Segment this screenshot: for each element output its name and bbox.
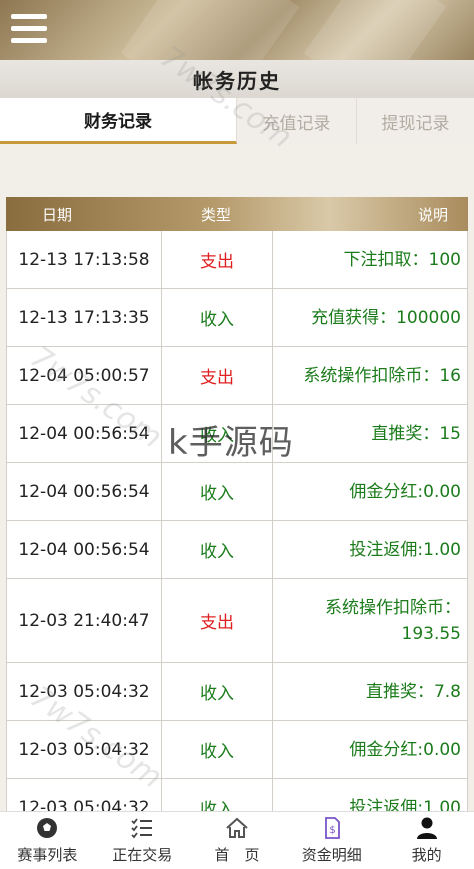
checklist-icon (131, 818, 153, 839)
tab-finance-records[interactable]: 财务记录 (0, 98, 237, 144)
nav-trading[interactable]: 正在交易 (95, 812, 190, 869)
soccer-ball-icon (37, 818, 58, 838)
row-date: 12-04 00:56:54 (7, 521, 162, 578)
row-type: 支出 (162, 579, 273, 662)
row-description: 充值获得：100000 (273, 289, 468, 346)
row-description: 直推奖：7.8 (273, 663, 468, 720)
row-date: 12-04 00:56:54 (7, 405, 162, 462)
table-header: 日期 类型 说明 (6, 197, 468, 231)
row-date: 12-03 05:04:32 (7, 721, 162, 778)
table-row: 12-13 17:13:35 收入 充值获得：100000 (6, 289, 468, 347)
table-row: 12-04 05:00:57 支出 系统操作扣除币：16 (6, 347, 468, 405)
tab-bar: 财务记录 充值记录 提现记录 (0, 98, 474, 144)
banner-decoration (303, 0, 447, 60)
table-row: 12-04 00:56:54 收入 直推奖：15 (6, 405, 468, 463)
svg-text:$: $ (329, 825, 335, 836)
nav-home[interactable]: 首 页 (190, 812, 285, 869)
finance-table: 日期 类型 说明 12-13 17:13:58 支出 下注扣取：100 12-13 1… (6, 197, 468, 837)
tab-withdraw-records[interactable]: 提现记录 (357, 98, 474, 144)
column-header-desc: 说明 (417, 205, 448, 224)
page-title: 帐务历史 (193, 68, 281, 93)
table-row: 12-03 21:40:47 支出 系统操作扣除币：193.55 (6, 579, 468, 663)
row-description: 系统操作扣除币：16 (273, 347, 468, 404)
nav-label: 首 页 (214, 846, 260, 864)
table-row: 12-03 05:04:32 收入 佣金分红:0.00 (6, 721, 468, 779)
nav-label: 我的 (411, 846, 442, 864)
nav-label: 赛事列表 (17, 846, 78, 864)
row-description: 佣金分红:0.00 (273, 463, 468, 520)
row-date: 12-13 17:13:58 (7, 231, 162, 288)
nav-funds-detail[interactable]: $ 资金明细 (284, 812, 379, 869)
row-type: 支出 (162, 231, 273, 288)
row-date: 12-13 17:13:35 (7, 289, 162, 346)
row-description: 下注扣取：100 (273, 231, 468, 288)
row-type: 支出 (162, 347, 273, 404)
column-header-type: 类型 (200, 205, 231, 224)
nav-profile[interactable]: 我的 (379, 812, 474, 869)
menu-icon[interactable] (11, 14, 47, 44)
table-row: 12-03 05:04:32 收入 直推奖：7.8 (6, 663, 468, 721)
row-date: 12-03 05:04:32 (7, 663, 162, 720)
table-row: 12-13 17:13:58 支出 下注扣取：100 (6, 231, 468, 289)
row-type: 收入 (162, 721, 273, 778)
row-type: 收入 (162, 663, 273, 720)
row-date: 12-04 05:00:57 (7, 347, 162, 404)
row-date: 12-04 00:56:54 (7, 463, 162, 520)
table-row: 12-04 00:56:54 收入 投注返佣:1.00 (6, 521, 468, 579)
table-row: 12-04 00:56:54 收入 佣金分红:0.00 (6, 463, 468, 521)
row-type: 收入 (162, 521, 273, 578)
title-bar: 帐务历史 (0, 60, 474, 98)
row-type: 收入 (162, 289, 273, 346)
home-icon (226, 817, 248, 838)
row-description: 直推奖：15 (273, 405, 468, 462)
nav-match-list[interactable]: 赛事列表 (0, 812, 95, 869)
tab-recharge-records[interactable]: 充值记录 (237, 98, 357, 144)
nav-label: 资金明细 (301, 846, 362, 864)
banner-decoration (120, 0, 300, 60)
row-date: 12-03 21:40:47 (7, 579, 162, 662)
column-header-date: 日期 (42, 205, 73, 224)
row-type: 收入 (162, 405, 273, 462)
nav-label: 正在交易 (112, 846, 173, 864)
table-body: 12-13 17:13:58 支出 下注扣取：100 12-13 17:13:35 收入… (6, 231, 468, 837)
row-description: 佣金分红:0.00 (273, 721, 468, 778)
row-type: 收入 (162, 463, 273, 520)
user-icon (416, 817, 437, 839)
bottom-nav: 赛事列表 正在交易 首 页 $ 资金明细 我的 (0, 811, 474, 869)
top-banner (0, 0, 474, 60)
row-description: 系统操作扣除币：193.55 (273, 579, 468, 662)
row-description: 投注返佣:1.00 (273, 521, 468, 578)
wallet-icon: $ (324, 817, 340, 839)
